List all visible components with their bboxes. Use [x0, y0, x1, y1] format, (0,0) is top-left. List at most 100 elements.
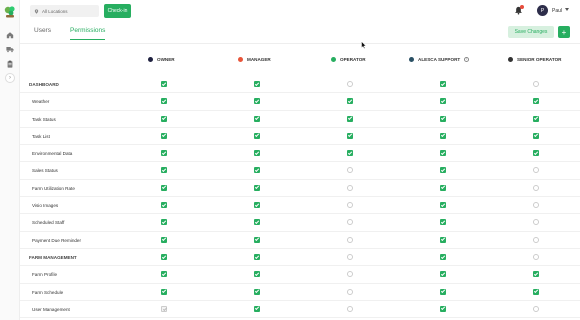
permission-checkbox-owner[interactable]: [161, 288, 167, 295]
permission-checkbox-operator[interactable]: [347, 81, 353, 87]
permission-checkbox-owner[interactable]: [161, 98, 167, 105]
tab-users[interactable]: Users: [34, 27, 51, 39]
permission-checkbox-alesca-support[interactable]: [440, 150, 446, 157]
permission-checkbox-senior-operator[interactable]: [533, 150, 539, 157]
permission-checkbox-senior-operator[interactable]: [533, 132, 539, 139]
permission-checkbox-owner[interactable]: [161, 150, 167, 157]
permission-checkbox-senior-operator[interactable]: [533, 219, 539, 226]
permission-checkbox-manager[interactable]: [254, 167, 260, 174]
permission-checkbox-manager[interactable]: [254, 98, 260, 105]
role-color-dot: [508, 57, 513, 62]
role-header-alesca-support: ALESCA SUPPORT i: [409, 57, 470, 62]
permission-checkbox-manager[interactable]: [254, 81, 260, 87]
permission-checkbox-owner[interactable]: [161, 184, 167, 191]
permission-checkbox-owner[interactable]: [161, 236, 167, 243]
permission-checkbox-operator[interactable]: [347, 253, 353, 260]
permission-checkbox-alesca-support[interactable]: [440, 115, 446, 122]
permission-checkbox-alesca-support[interactable]: [440, 219, 446, 226]
topbar: All Locations Check-in P Paul: [20, 0, 580, 22]
role-name: MANAGER: [247, 57, 271, 62]
save-changes-button[interactable]: Save Changes: [508, 26, 554, 38]
permission-checkbox-operator[interactable]: [347, 132, 353, 139]
user-name[interactable]: Paul: [552, 8, 562, 14]
permission-label: Payment Due Reminder: [32, 237, 82, 243]
checkin-button[interactable]: Check-in: [104, 4, 131, 18]
avatar[interactable]: P: [537, 5, 548, 16]
permission-checkbox-manager[interactable]: [254, 219, 260, 226]
chevron-down-icon[interactable]: [565, 8, 569, 11]
permission-checkbox-owner[interactable]: [161, 219, 167, 226]
permission-checkbox-manager[interactable]: [254, 184, 260, 191]
permission-checkbox-senior-operator[interactable]: [533, 167, 539, 174]
permission-checkbox-manager[interactable]: [254, 253, 260, 260]
location-select[interactable]: All Locations: [30, 5, 99, 17]
permission-checkbox-alesca-support[interactable]: [440, 167, 446, 174]
permission-checkbox-operator[interactable]: [347, 305, 353, 312]
permission-checkbox-senior-operator[interactable]: [533, 271, 539, 278]
permission-checkbox-operator[interactable]: [347, 219, 353, 226]
permission-checkbox-senior-operator[interactable]: [533, 81, 539, 87]
add-button[interactable]: +: [558, 26, 570, 38]
role-header-operator: OPERATOR: [331, 57, 366, 62]
permission-label: Farm Utilization Rate: [32, 185, 75, 191]
permission-checkbox-manager[interactable]: [254, 271, 260, 278]
permission-checkbox-alesca-support[interactable]: [440, 202, 446, 209]
role-header-owner: OWNER: [148, 57, 175, 62]
permission-checkbox-senior-operator[interactable]: [533, 305, 539, 312]
permission-checkbox-senior-operator[interactable]: [533, 236, 539, 243]
permission-checkbox-operator[interactable]: [347, 184, 353, 191]
permission-checkbox-operator[interactable]: [347, 202, 353, 209]
permission-checkbox-alesca-support[interactable]: [440, 288, 446, 295]
truck-icon[interactable]: [6, 45, 14, 53]
location-select-value: All Locations: [42, 8, 68, 14]
permission-checkbox-alesca-support[interactable]: [440, 81, 446, 87]
permission-checkbox-manager[interactable]: [254, 132, 260, 139]
permission-checkbox-alesca-support[interactable]: [440, 184, 446, 191]
home-icon[interactable]: [6, 31, 14, 39]
permission-checkbox-operator[interactable]: [347, 288, 353, 295]
permission-checkbox-alesca-support[interactable]: [440, 132, 446, 139]
permission-checkbox-owner[interactable]: [161, 115, 167, 122]
permission-checkbox-operator[interactable]: [347, 150, 353, 157]
chevron-right-icon[interactable]: ›: [5, 73, 15, 83]
permission-checkbox-manager[interactable]: [254, 236, 260, 243]
permissions-table: DASHBOARD Weather Task Status Task List Envi…: [20, 76, 580, 319]
permission-checkbox-owner[interactable]: [161, 167, 167, 174]
permission-checkbox-manager[interactable]: [254, 202, 260, 209]
notification-bell-icon[interactable]: [514, 5, 524, 15]
info-icon[interactable]: i: [464, 57, 470, 62]
tab-bar: Users Permissions Save Changes +: [20, 22, 580, 44]
permission-checkbox-alesca-support[interactable]: [440, 305, 446, 312]
permission-checkbox-senior-operator[interactable]: [533, 253, 539, 260]
permission-checkbox-operator[interactable]: [347, 98, 353, 105]
permission-checkbox-manager[interactable]: [254, 288, 260, 295]
permission-checkbox-operator[interactable]: [347, 115, 353, 122]
permission-checkbox-operator[interactable]: [347, 167, 353, 174]
role-color-dot: [409, 57, 414, 62]
permission-checkbox-owner[interactable]: [161, 132, 167, 139]
permission-checkbox-alesca-support[interactable]: [440, 236, 446, 243]
permission-checkbox-alesca-support[interactable]: [440, 98, 446, 105]
permission-row: Task Status: [20, 111, 580, 128]
permission-checkbox-alesca-support[interactable]: [440, 253, 446, 260]
permission-checkbox-manager[interactable]: [254, 305, 260, 312]
permission-checkbox-alesca-support[interactable]: [440, 271, 446, 278]
permission-checkbox-owner[interactable]: [161, 202, 167, 209]
permission-checkbox-manager[interactable]: [254, 150, 260, 157]
tab-permissions[interactable]: Permissions: [70, 27, 106, 40]
permission-checkbox-senior-operator[interactable]: [533, 288, 539, 295]
permission-checkbox-owner[interactable]: [161, 253, 167, 260]
permission-checkbox-operator[interactable]: [347, 236, 353, 243]
permission-checkbox-senior-operator[interactable]: [533, 115, 539, 122]
permission-checkbox-senior-operator[interactable]: [533, 184, 539, 191]
permission-checkbox-operator[interactable]: [347, 271, 353, 278]
permission-checkbox-owner[interactable]: [161, 271, 167, 278]
role-name: OWNER: [157, 57, 175, 62]
permission-checkbox-manager[interactable]: [254, 115, 260, 122]
sidebar: ›: [0, 0, 20, 320]
role-name: SENIOR OPERATOR: [517, 57, 562, 62]
permission-checkbox-owner[interactable]: [161, 81, 167, 87]
permission-checkbox-senior-operator[interactable]: [533, 202, 539, 209]
role-color-dot: [331, 57, 336, 62]
permission-checkbox-senior-operator[interactable]: [533, 98, 539, 105]
